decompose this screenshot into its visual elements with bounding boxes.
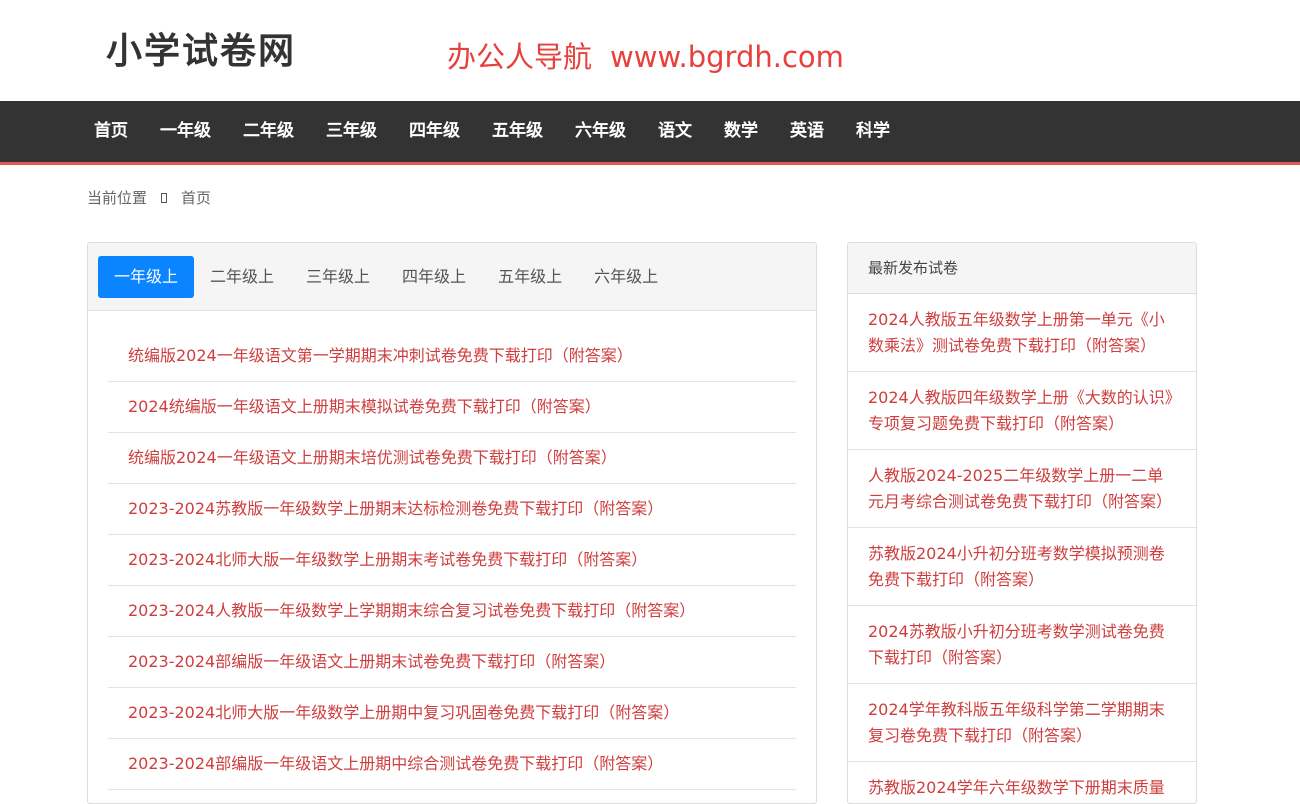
promo-url[interactable]: www.bgrdh.com (610, 40, 844, 74)
latest-item-link[interactable]: 2024学年教科版五年级科学第二学期期末复习卷免费下载打印（附答案） (848, 684, 1196, 762)
latest-item-link[interactable]: 2024人教版四年级数学上册《大数的认识》专项复习题免费下载打印（附答案） (848, 372, 1196, 450)
article-link[interactable]: 2023-2024部编版一年级语文上册期中综合测试卷免费下载打印（附答案） (108, 739, 796, 790)
tab-grade1-first[interactable]: 一年级上 (98, 255, 195, 298)
tab-grade6-first[interactable]: 六年级上 (578, 256, 674, 298)
article-link[interactable]: 2023-2024苏教版一年级数学上册期末达标检测卷免费下载打印（附答案） (108, 484, 796, 535)
latest-item-link[interactable]: 苏教版2024小升初分班考数学模拟预测卷免费下载打印（附答案） (848, 528, 1196, 606)
nav-item-grade1[interactable]: 一年级 (144, 101, 227, 162)
article-link[interactable]: 统编版2024一年级语文上册期末培优测试卷免费下载打印（附答案） (108, 433, 796, 484)
nav-item-english[interactable]: 英语 (774, 101, 840, 162)
article-link[interactable]: 2023-2024人教版一年级数学上学期期末综合复习试卷免费下载打印（附答案） (108, 586, 796, 637)
nav-item-grade4[interactable]: 四年级 (393, 101, 476, 162)
article-list: 统编版2024一年级语文第一学期期末冲刺试卷免费下载打印（附答案） 2024统编… (88, 311, 816, 790)
nav-item-science[interactable]: 科学 (840, 101, 906, 162)
nav-item-chinese[interactable]: 语文 (642, 101, 708, 162)
tab-grade5-first[interactable]: 五年级上 (482, 256, 578, 298)
nav-item-math[interactable]: 数学 (708, 101, 774, 162)
tab-grade2-first[interactable]: 二年级上 (194, 256, 290, 298)
article-link[interactable]: 统编版2024一年级语文第一学期期末冲刺试卷免费下载打印（附答案） (108, 331, 796, 382)
tab-grade4-first[interactable]: 四年级上 (386, 256, 482, 298)
promo-banner[interactable]: 办公人导航 www.bgrdh.com (447, 34, 844, 76)
grade-tabs: 一年级上 二年级上 三年级上 四年级上 五年级上 六年级上 (88, 243, 816, 311)
article-link[interactable]: 2024统编版一年级语文上册期末模拟试卷免费下载打印（附答案） (108, 382, 796, 433)
main-nav: 首页 一年级 二年级 三年级 四年级 五年级 六年级 语文 数学 英语 科学 (0, 101, 1300, 165)
article-link[interactable]: 2023-2024部编版一年级语文上册期末试卷免费下载打印（附答案） (108, 637, 796, 688)
nav-item-grade5[interactable]: 五年级 (476, 101, 559, 162)
breadcrumb-separator-icon (161, 192, 168, 203)
breadcrumb-label: 当前位置 (87, 189, 148, 207)
latest-item-link[interactable]: 2024人教版五年级数学上册第一单元《小数乘法》测试卷免费下载打印（附答案） (848, 294, 1196, 372)
nav-item-grade2[interactable]: 二年级 (227, 101, 310, 162)
breadcrumb-home-link[interactable]: 首页 (181, 187, 211, 208)
tab-grade3-first[interactable]: 三年级上 (290, 256, 386, 298)
latest-item-link[interactable]: 2024苏教版小升初分班考数学测试卷免费下载打印（附答案） (848, 606, 1196, 684)
latest-papers-panel: 最新发布试卷 2024人教版五年级数学上册第一单元《小数乘法》测试卷免费下载打印… (847, 242, 1197, 804)
latest-list: 2024人教版五年级数学上册第一单元《小数乘法》测试卷免费下载打印（附答案） 2… (848, 294, 1196, 803)
nav-item-grade3[interactable]: 三年级 (310, 101, 393, 162)
latest-papers-title: 最新发布试卷 (848, 243, 1196, 294)
grade-papers-panel: 一年级上 二年级上 三年级上 四年级上 五年级上 六年级上 统编版2024一年级… (87, 242, 817, 804)
breadcrumb: 当前位置 首页 (87, 187, 211, 208)
site-logo[interactable]: 小学试卷网 (106, 22, 296, 74)
nav-item-grade6[interactable]: 六年级 (559, 101, 642, 162)
promo-name[interactable]: 办公人导航 (447, 40, 592, 74)
site-header: 小学试卷网 办公人导航 www.bgrdh.com (0, 0, 1300, 101)
nav-item-home[interactable]: 首页 (78, 101, 144, 162)
latest-item-link[interactable]: 人教版2024-2025二年级数学上册一二单元月考综合测试卷免费下载打印（附答案… (848, 450, 1196, 528)
article-link[interactable]: 2023-2024北师大版一年级数学上册期末考试卷免费下载打印（附答案） (108, 535, 796, 586)
article-link[interactable]: 2023-2024北师大版一年级数学上册期中复习巩固卷免费下载打印（附答案） (108, 688, 796, 739)
latest-item-link[interactable]: 苏教版2024学年六年级数学下册期末质量 (848, 762, 1196, 803)
